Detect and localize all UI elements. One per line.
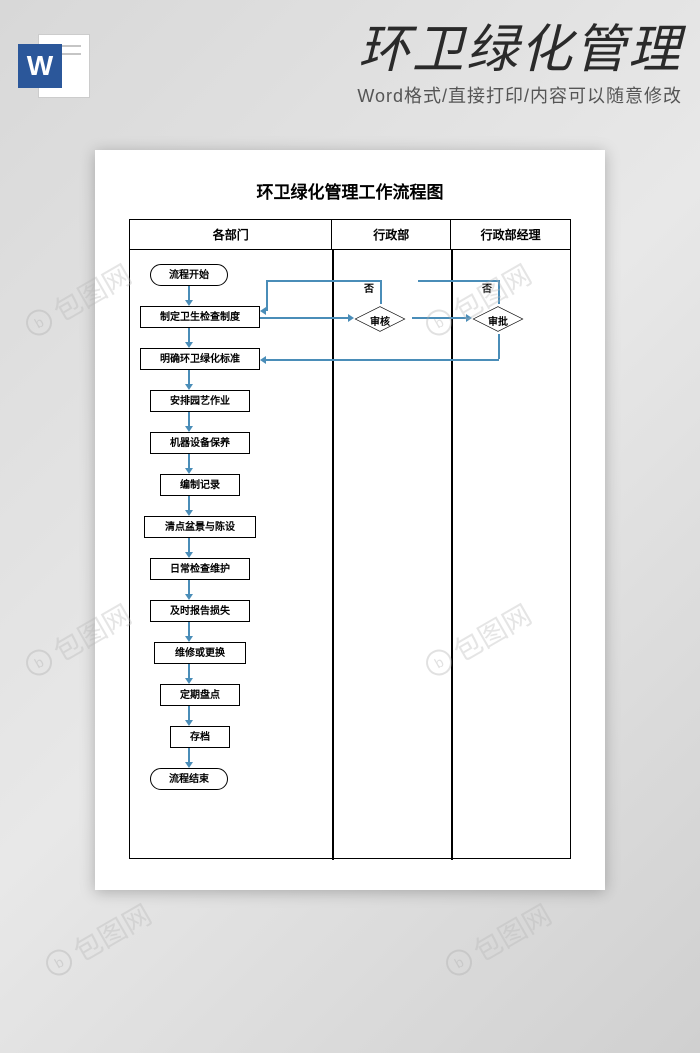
watermark: b包图网 — [38, 894, 158, 987]
word-icon: W — [18, 30, 90, 102]
node-start: 流程开始 — [150, 264, 228, 286]
watermark: b包图网 — [438, 894, 558, 987]
svg-text:b: b — [32, 654, 47, 672]
header-title: 环卫绿化管理 — [100, 24, 682, 76]
node-step11: 存档 — [170, 726, 230, 748]
template-header: W 环卫绿化管理 Word格式/直接打印/内容可以随意修改 — [0, 24, 700, 108]
header-subtitle: Word格式/直接打印/内容可以随意修改 — [100, 82, 682, 108]
node-step3: 安排园艺作业 — [150, 390, 250, 412]
node-step8: 及时报告损失 — [150, 600, 250, 622]
svg-text:b: b — [32, 314, 47, 332]
document-title: 环卫绿化管理工作流程图 — [129, 178, 571, 203]
node-step5: 编制记录 — [160, 474, 240, 496]
node-step2: 明确环卫绿化标准 — [140, 348, 260, 370]
node-step7: 日常检查维护 — [150, 558, 250, 580]
document-page: 环卫绿化管理工作流程图 各部门 行政部 行政部经理 流程开始 制定卫生检查制度 … — [95, 150, 605, 890]
label-no-approve: 否 — [482, 280, 492, 295]
node-step6: 清点盆景与陈设 — [144, 516, 256, 538]
lane-header-admin: 行政部 — [332, 220, 451, 249]
node-end: 流程结束 — [150, 768, 228, 790]
node-review: 审核 — [348, 304, 412, 334]
label-no-review: 否 — [364, 280, 374, 295]
node-step10: 定期盘点 — [160, 684, 240, 706]
node-step4: 机器设备保养 — [150, 432, 250, 454]
lane-header-departments: 各部门 — [130, 220, 332, 249]
node-step1: 制定卫生检查制度 — [140, 306, 260, 328]
node-approve: 审批 — [466, 304, 530, 334]
swimlane-diagram: 各部门 行政部 行政部经理 流程开始 制定卫生检查制度 明确环卫绿化标准 安排园… — [129, 219, 571, 859]
svg-text:b: b — [52, 954, 67, 972]
node-step9: 维修或更换 — [154, 642, 246, 664]
svg-text:b: b — [452, 954, 467, 972]
lane-header-manager: 行政部经理 — [451, 220, 570, 249]
